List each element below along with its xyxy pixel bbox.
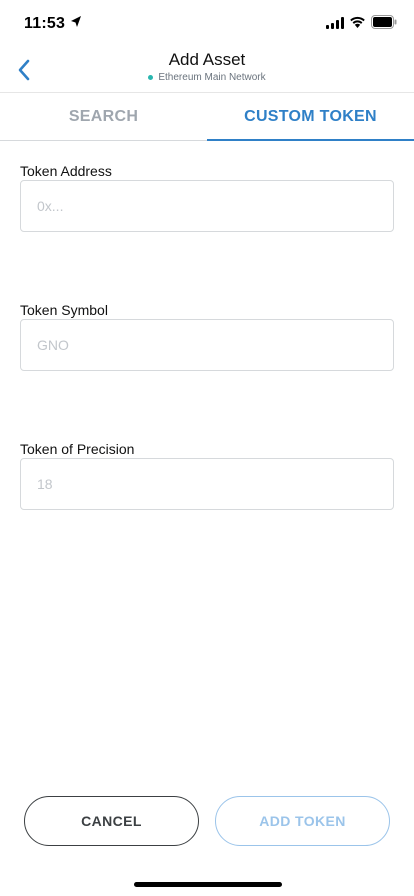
network-name: Ethereum Main Network [158,72,266,83]
wifi-icon [350,16,365,28]
token-precision-label: Token of Precision [20,441,135,457]
cancel-button[interactable]: CANCEL [24,796,199,846]
location-arrow-icon [71,16,81,27]
status-time: 11:53 [24,15,66,32]
token-symbol-label: Token Symbol [20,302,108,318]
tab-search[interactable]: SEARCH [0,94,207,140]
token-address-input[interactable] [20,180,394,232]
network-indicator: Ethereum Main Network [0,72,414,83]
tab-bar: SEARCH CUSTOM TOKEN [0,94,414,141]
network-status-dot [148,75,154,80]
navigation-header: Add Asset Ethereum Main Network [0,44,414,93]
signal-icon [326,17,344,29]
add-token-button[interactable]: ADD TOKEN [215,796,390,846]
status-bar: 11:53 [0,0,414,44]
token-address-label: Token Address [20,163,112,179]
token-precision-input[interactable] [20,458,394,510]
token-symbol-input[interactable] [20,319,394,371]
page-title: Add Asset [168,50,246,69]
home-indicator [134,882,282,887]
tab-custom-token[interactable]: CUSTOM TOKEN [207,94,414,141]
battery-icon [371,15,397,29]
